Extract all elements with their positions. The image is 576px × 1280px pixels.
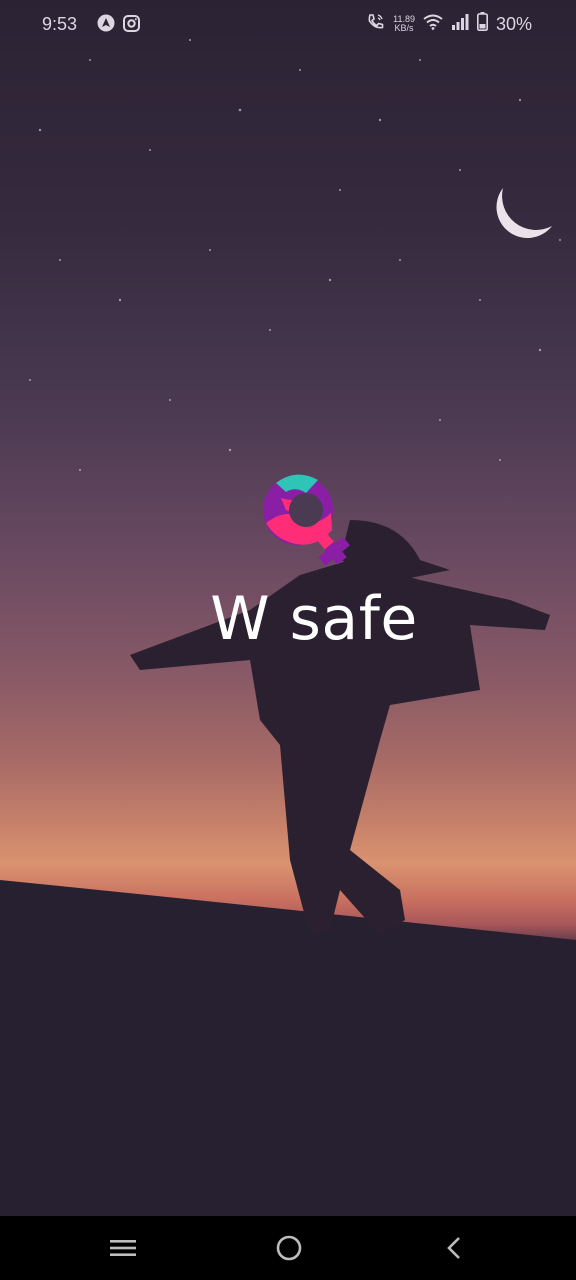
battery-percent: 30%	[495, 13, 532, 34]
status-bar: 9:53 11.89 KB/s 30%	[0, 0, 576, 50]
network-speed-unit: KB/s	[394, 23, 414, 33]
app-name: W safe	[210, 584, 418, 654]
wifi-call-icon	[367, 13, 385, 36]
female-symbol-logo	[256, 468, 360, 572]
network-speed: 11.89 KB/s	[393, 15, 415, 33]
signal-icon	[451, 13, 469, 35]
battery-icon	[476, 12, 488, 36]
home-circle-icon[interactable]	[274, 1234, 304, 1262]
navigation-bar	[0, 1216, 576, 1280]
instagram-icon	[123, 14, 140, 37]
back-chevron-icon[interactable]	[440, 1234, 470, 1262]
splash-screen: 9:53 11.89 KB/s 30% W safe	[0, 0, 576, 1280]
status-time: 9:53	[42, 14, 78, 34]
status-right-icons: 11.89 KB/s 30%	[367, 12, 532, 36]
status-left-icons	[97, 14, 140, 37]
wifi-icon	[423, 14, 443, 35]
nav-arrow-icon	[97, 14, 115, 37]
menu-icon[interactable]	[108, 1234, 138, 1262]
